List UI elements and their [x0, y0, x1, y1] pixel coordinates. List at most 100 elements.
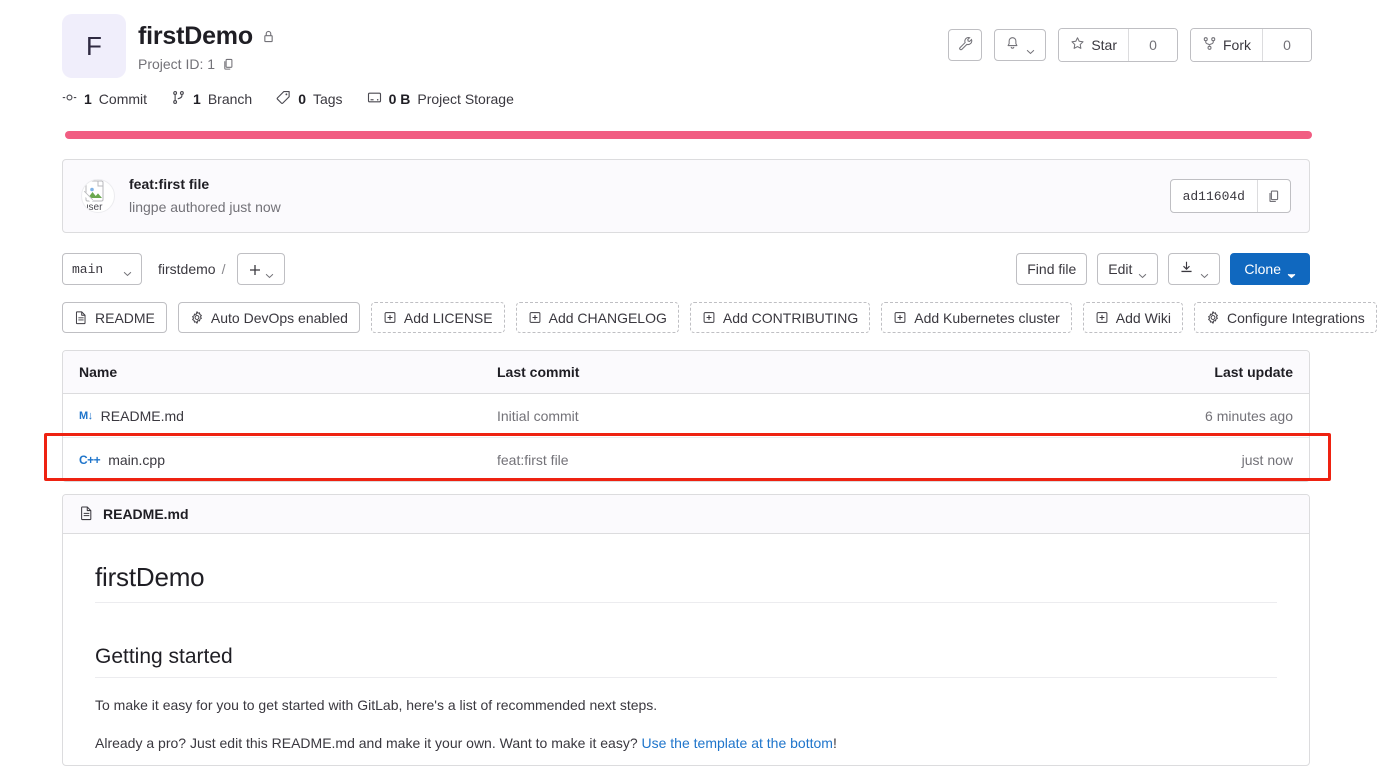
quick-action-label: Add CONTRIBUTING [722, 309, 859, 326]
fork-count[interactable]: 0 [1262, 29, 1311, 61]
readme-paragraph-2-after: ! [832, 735, 837, 752]
fork-button[interactable]: Fork [1191, 29, 1262, 61]
star-button[interactable]: Star [1059, 29, 1128, 61]
clone-button[interactable]: Clone [1230, 253, 1310, 285]
language-bar[interactable] [65, 131, 1312, 139]
chevron-down-icon [1026, 42, 1035, 55]
stat-branches-value: 1 [193, 91, 201, 107]
star-icon [1070, 36, 1085, 54]
quick-action-label: Add Kubernetes cluster [914, 309, 1060, 326]
stat-storage-label: Project Storage [417, 91, 514, 107]
breadcrumb-separator: / [221, 261, 226, 277]
stat-tags[interactable]: 0 Tags [276, 90, 343, 108]
project-stats: 1 Commit 1 Branch 0 Tags 0 B Project Sto… [62, 90, 514, 108]
header-actions: Star 0 Fork 0 [948, 28, 1312, 62]
quick-action-readme[interactable]: README [62, 302, 167, 333]
branch-selector[interactable]: main [62, 253, 142, 285]
add-to-repo-button[interactable] [237, 253, 286, 285]
cpp-file-icon: C++ [79, 452, 101, 467]
fork-label: Fork [1223, 37, 1251, 53]
commit-meta: lingpe authored just now [129, 198, 281, 215]
table-body: M↓ README.md Initial commit 6 minutes ago C+… [63, 394, 1309, 481]
fork-control: Fork 0 [1190, 28, 1312, 62]
project-id-row: Project ID: 1 [138, 56, 276, 72]
readme-panel-title: README.md [103, 506, 189, 522]
project-avatar-letter: F [86, 30, 102, 61]
stat-commits[interactable]: 1 Commit [62, 90, 147, 108]
quick-action-add-wiki[interactable]: Add Wiki [1082, 302, 1183, 333]
plus-square-icon [1095, 310, 1109, 325]
edit-button[interactable]: Edit [1097, 253, 1159, 285]
document-icon [74, 310, 88, 325]
find-file-label: Find file [1027, 261, 1077, 277]
quick-action-add-kubernetes-cluster[interactable]: Add Kubernetes cluster [881, 302, 1072, 333]
table-header: Name Last commit Last update [63, 351, 1309, 394]
stat-commits-label: Commit [98, 91, 148, 107]
quick-action-configure-integrations[interactable]: Configure Integrations [1194, 302, 1377, 333]
plus-square-icon [893, 310, 907, 325]
lock-icon [261, 29, 276, 45]
download-button[interactable] [1168, 253, 1221, 285]
avatar: user [81, 179, 115, 213]
readme-paragraph-2-before: Already a pro? Just edit this README.md … [95, 735, 642, 752]
star-count[interactable]: 0 [1128, 29, 1177, 61]
quick-action-add-changelog[interactable]: Add CHANGELOG [515, 302, 679, 333]
file-name-link[interactable]: README.md [101, 408, 184, 424]
copy-sha-icon[interactable] [1257, 180, 1290, 212]
star-label: Star [1091, 37, 1117, 53]
readme-panel-header: README.md [63, 495, 1309, 534]
table-row[interactable]: M↓ README.md Initial commit 6 minutes ago [63, 394, 1309, 438]
storage-icon [367, 90, 382, 108]
project-id-label: Project ID: 1 [138, 56, 216, 72]
commit-title[interactable]: feat:first file [129, 175, 281, 195]
commit-sha-control: ad11604d [1169, 179, 1291, 213]
stat-storage-value: 0 B [388, 91, 411, 107]
cell-last-update: 6 minutes ago [1205, 407, 1293, 424]
chevron-down-icon [1200, 266, 1209, 279]
wrench-button[interactable] [948, 29, 983, 61]
table-row[interactable]: C++ main.cpp feat:first file just now [63, 438, 1309, 481]
stat-storage[interactable]: 0 B Project Storage [367, 90, 514, 108]
stat-tags-label: Tags [312, 91, 343, 107]
cell-last-update: just now [1241, 451, 1293, 468]
readme-heading-2: Getting started [95, 645, 1277, 678]
quick-action-label: Add CHANGELOG [548, 309, 667, 326]
template-link[interactable]: Use the template at the bottom [642, 735, 833, 751]
notifications-button[interactable] [994, 29, 1047, 61]
commit-icon [62, 90, 77, 108]
breadcrumb: firstdemo / [158, 261, 225, 277]
plus-square-icon [383, 310, 397, 325]
last-commit-box: user feat:first file lingpe authored jus… [62, 159, 1310, 233]
quick-action-auto-devops-enabled[interactable]: Auto DevOps enabled [177, 302, 360, 333]
quick-action-add-license[interactable]: Add LICENSE [370, 302, 505, 333]
broken-image-icon: user [82, 180, 114, 212]
readme-panel: README.md firstDemo Getting started To m… [62, 494, 1310, 766]
copy-icon[interactable] [222, 57, 236, 72]
file-name-link[interactable]: main.cpp [108, 452, 165, 468]
plus-icon [249, 263, 261, 275]
commit-sha-value[interactable]: ad11604d [1171, 180, 1257, 212]
gear-icon [190, 310, 204, 325]
wrench-icon [958, 36, 973, 54]
quick-actions-row: README Auto DevOps enabled Add LICENSE Add … [62, 302, 1377, 333]
cell-last-commit[interactable]: Initial commit [497, 408, 1109, 424]
fork-icon [1202, 36, 1217, 54]
plus-square-icon [702, 310, 716, 325]
branch-name: main [72, 261, 104, 277]
language-segment-0[interactable] [65, 131, 1312, 139]
stat-branches[interactable]: 1 Branch [171, 90, 252, 108]
readme-body: firstDemo Getting started To make it eas… [63, 534, 1309, 765]
stat-branches-label: Branch [207, 91, 253, 107]
find-file-button[interactable]: Find file [1016, 253, 1088, 285]
breadcrumb-root[interactable]: firstdemo [158, 261, 216, 277]
project-header: F firstDemo Project ID: 1 Star 0 Fork 0 [62, 12, 1312, 82]
document-icon [79, 505, 94, 524]
project-avatar: F [62, 14, 126, 78]
column-header-last-commit: Last commit [497, 364, 580, 380]
quick-action-add-contributing[interactable]: Add CONTRIBUTING [689, 302, 871, 333]
branch-icon [171, 90, 186, 108]
project-title-row: firstDemo [138, 22, 276, 51]
cell-last-commit[interactable]: feat:first file [497, 452, 1109, 468]
bell-icon [1005, 36, 1020, 54]
repository-toolbar: main firstdemo / Find file Edit Clone [62, 252, 1310, 286]
